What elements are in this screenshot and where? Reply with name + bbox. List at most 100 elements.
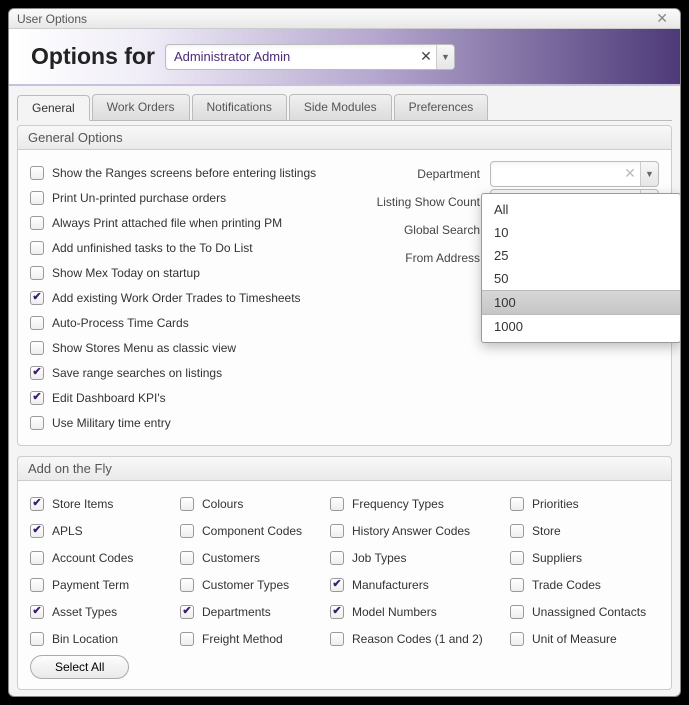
- checkbox[interactable]: [30, 605, 44, 619]
- check-line: Show the Ranges screens before entering …: [30, 160, 360, 185]
- tab-side-modules[interactable]: Side Modules: [289, 94, 392, 120]
- select-all-button[interactable]: Select All: [30, 655, 129, 679]
- tab-general[interactable]: General: [17, 95, 90, 121]
- fly-check-line: Colours: [180, 491, 330, 516]
- fly-check-line: Trade Codes: [510, 572, 665, 597]
- dropdown-option[interactable]: 10: [482, 221, 680, 244]
- checkbox-label: Use Military time entry: [52, 416, 171, 430]
- checkbox[interactable]: [330, 551, 344, 565]
- checkbox-label: Trade Codes: [532, 578, 601, 592]
- dropdown-option[interactable]: 1000: [482, 315, 680, 338]
- checkbox[interactable]: [30, 391, 44, 405]
- checkbox-label: Auto-Process Time Cards: [52, 316, 189, 330]
- checkbox[interactable]: [180, 524, 194, 538]
- checkbox-label: Show Stores Menu as classic view: [52, 341, 236, 355]
- department-combo[interactable]: ✕ ▼: [490, 161, 659, 187]
- checkbox[interactable]: [330, 578, 344, 592]
- fly-check-line: Customers: [180, 545, 330, 570]
- fly-check-line: Component Codes: [180, 518, 330, 543]
- fly-check-line: Model Numbers: [330, 599, 510, 624]
- checkbox-label: Customers: [202, 551, 260, 565]
- checkbox[interactable]: [30, 166, 44, 180]
- checkbox-label: Priorities: [532, 497, 579, 511]
- close-icon[interactable]: ✕: [652, 10, 672, 27]
- checkbox-label: Unassigned Contacts: [532, 605, 646, 619]
- checkbox[interactable]: [30, 341, 44, 355]
- checkbox[interactable]: [30, 366, 44, 380]
- checkbox[interactable]: [330, 497, 344, 511]
- checkbox[interactable]: [30, 416, 44, 430]
- checkbox[interactable]: [510, 497, 524, 511]
- checkbox-label: Add unfinished tasks to the To Do List: [52, 241, 253, 255]
- department-input[interactable]: [491, 162, 620, 186]
- checkbox[interactable]: [180, 578, 194, 592]
- check-line: Edit Dashboard KPI's: [30, 385, 360, 410]
- checkbox[interactable]: [510, 632, 524, 646]
- checkbox[interactable]: [30, 497, 44, 511]
- fly-check-line: History Answer Codes: [330, 518, 510, 543]
- checkbox[interactable]: [30, 291, 44, 305]
- checkbox[interactable]: [30, 551, 44, 565]
- checkbox-label: History Answer Codes: [352, 524, 470, 538]
- checkbox[interactable]: [510, 524, 524, 538]
- fly-check-line: Job Types: [330, 545, 510, 570]
- checkbox-label: Edit Dashboard KPI's: [52, 391, 166, 405]
- checkbox[interactable]: [510, 551, 524, 565]
- fly-check-line: Unit of Measure: [510, 626, 665, 651]
- checkbox[interactable]: [330, 524, 344, 538]
- tab-notifications[interactable]: Notifications: [192, 94, 287, 120]
- dropdown-option[interactable]: 100: [482, 290, 680, 315]
- checkbox[interactable]: [180, 497, 194, 511]
- checkbox[interactable]: [330, 632, 344, 646]
- check-line: Auto-Process Time Cards: [30, 310, 360, 335]
- checkbox-label: Frequency Types: [352, 497, 444, 511]
- general-panel: Show the Ranges screens before entering …: [17, 150, 672, 446]
- user-input[interactable]: [166, 45, 416, 69]
- checkbox-label: Unit of Measure: [532, 632, 617, 646]
- tab-preferences[interactable]: Preferences: [394, 94, 489, 120]
- fly-check-line: Frequency Types: [330, 491, 510, 516]
- dropdown-option[interactable]: 50: [482, 267, 680, 290]
- check-line: Show Stores Menu as classic view: [30, 335, 360, 360]
- check-line: Save range searches on listings: [30, 360, 360, 385]
- user-combo[interactable]: ✕ ▼: [165, 44, 455, 70]
- chevron-down-icon[interactable]: ▼: [436, 45, 454, 69]
- checkbox[interactable]: [30, 266, 44, 280]
- checkbox-label: Component Codes: [202, 524, 302, 538]
- clear-icon[interactable]: ✕: [416, 48, 436, 65]
- listing-count-dropdown[interactable]: All1025501001000: [481, 193, 681, 343]
- checkbox-label: Store: [532, 524, 561, 538]
- fly-check-line: Unassigned Contacts: [510, 599, 665, 624]
- checkbox-label: Always Print attached file when printing…: [52, 216, 282, 230]
- dropdown-option[interactable]: All: [482, 198, 680, 221]
- checkbox-label: Bin Location: [52, 632, 118, 646]
- clear-icon[interactable]: ✕: [620, 165, 640, 182]
- checkbox[interactable]: [180, 605, 194, 619]
- checkbox[interactable]: [180, 632, 194, 646]
- checkbox-label: Account Codes: [52, 551, 133, 565]
- checkbox[interactable]: [30, 524, 44, 538]
- checkbox[interactable]: [30, 216, 44, 230]
- fly-check-line: Store Items: [30, 491, 180, 516]
- global-search-label: Global Search: [360, 223, 490, 237]
- header-bar: Options for ✕ ▼: [9, 29, 680, 86]
- checkbox-label: Asset Types: [52, 605, 117, 619]
- chevron-down-icon[interactable]: ▼: [640, 162, 658, 186]
- checkbox[interactable]: [30, 241, 44, 255]
- checkbox[interactable]: [180, 551, 194, 565]
- fly-check-line: Payment Term: [30, 572, 180, 597]
- fly-check-line: Store: [510, 518, 665, 543]
- checkbox[interactable]: [30, 316, 44, 330]
- dropdown-option[interactable]: 25: [482, 244, 680, 267]
- checkbox[interactable]: [510, 605, 524, 619]
- fly-check-line: Freight Method: [180, 626, 330, 651]
- tab-work-orders[interactable]: Work Orders: [92, 94, 190, 120]
- checkbox[interactable]: [510, 578, 524, 592]
- checkbox-label: Departments: [202, 605, 271, 619]
- checkbox[interactable]: [30, 632, 44, 646]
- fly-panel: Store ItemsColours Frequency Types Priorit…: [17, 481, 672, 690]
- checkbox[interactable]: [30, 578, 44, 592]
- checkbox[interactable]: [30, 191, 44, 205]
- checkbox[interactable]: [330, 605, 344, 619]
- fly-check-line: Reason Codes (1 and 2): [330, 626, 510, 651]
